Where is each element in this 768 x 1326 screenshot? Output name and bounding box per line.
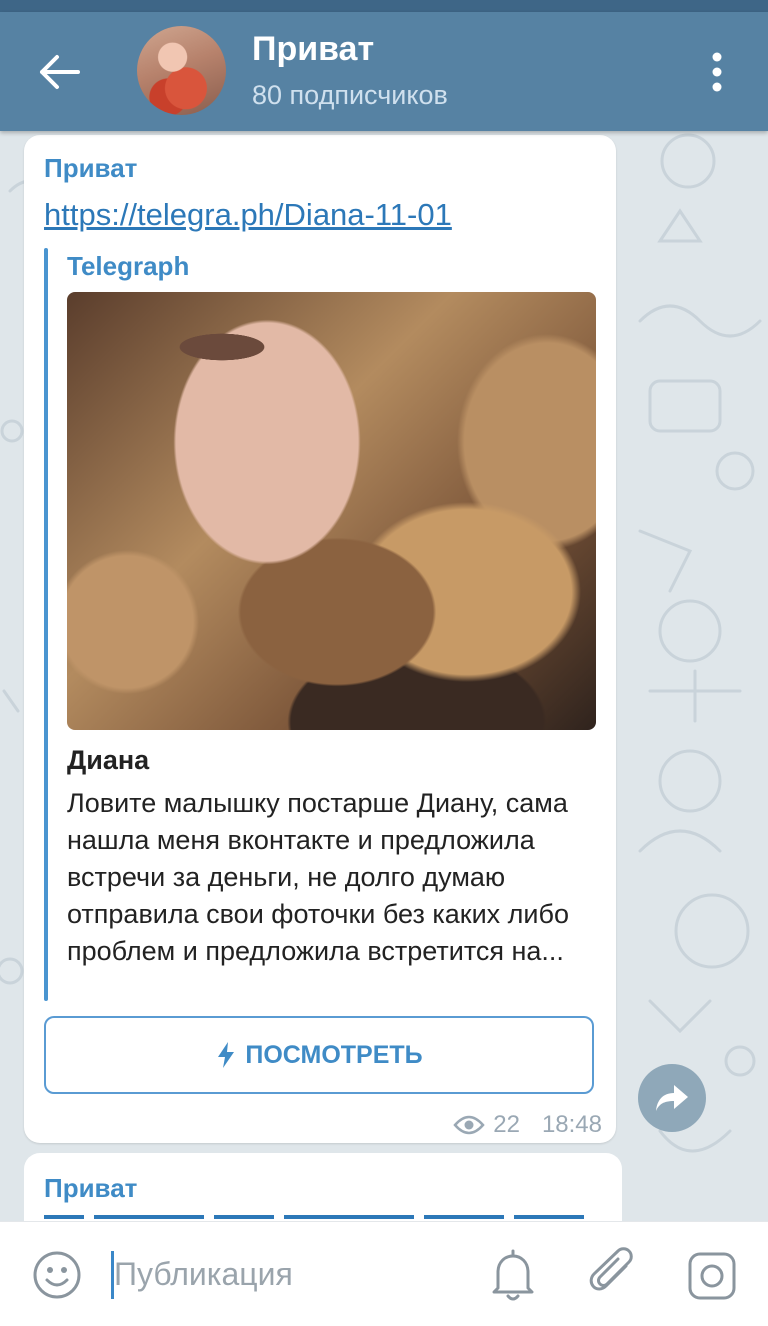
- chat-title[interactable]: Приват: [252, 30, 374, 69]
- instant-view-button[interactable]: ПОСМОТРЕТЬ: [44, 1016, 594, 1094]
- smiley-icon: [33, 1251, 81, 1299]
- message-composer: Публикация: [0, 1221, 768, 1326]
- channel-avatar[interactable]: [137, 26, 226, 115]
- message-time: 18:48: [541, 1111, 602, 1138]
- menu-button[interactable]: [700, 50, 734, 94]
- lightning-icon: [218, 1042, 235, 1068]
- camera-icon: [688, 1252, 736, 1300]
- bell-icon: [492, 1249, 534, 1301]
- subscriber-count: 80 подписчиков: [252, 80, 448, 110]
- eye-icon: [453, 1115, 485, 1135]
- link-preview-site: Telegraph: [67, 251, 190, 281]
- camera-button[interactable]: [686, 1250, 738, 1302]
- view-count: 22: [493, 1111, 520, 1138]
- share-button[interactable]: [638, 1064, 706, 1132]
- notification-button[interactable]: [488, 1248, 538, 1302]
- link-preview-accent-bar: [44, 248, 48, 1001]
- message-link[interactable]: https://telegra.ph/Diana-11-01: [44, 197, 452, 233]
- back-button[interactable]: [26, 48, 90, 96]
- instant-view-label: ПОСМОТРЕТЬ: [245, 1040, 423, 1069]
- emoji-button[interactable]: [32, 1250, 82, 1300]
- link-preview-title: Диана: [67, 745, 150, 775]
- status-bar: [0, 0, 768, 12]
- more-vertical-icon: [712, 52, 722, 92]
- message-bubble[interactable]: Приват https://telegra.ph/Diana-11-01 Te…: [24, 135, 616, 1143]
- link-preview-description: Ловите малышку постарше Диану, сама нашл…: [67, 788, 569, 966]
- message-input[interactable]: Публикация: [114, 1248, 464, 1300]
- message-meta: 22 18:48: [453, 1111, 602, 1139]
- share-arrow-icon: [656, 1085, 688, 1111]
- message-bubble[interactable]: Приват: [24, 1153, 622, 1221]
- chat-area[interactable]: Приват https://telegra.ph/Diana-11-01 Te…: [0, 131, 768, 1221]
- message-sender: Приват: [44, 1173, 138, 1203]
- arrow-left-icon: [40, 55, 80, 89]
- app-bar: Приват 80 подписчиков: [0, 12, 768, 131]
- link-preview-image[interactable]: [67, 292, 596, 730]
- paperclip-icon: [589, 1247, 633, 1291]
- message-sender: Приват: [44, 153, 138, 183]
- attach-button[interactable]: [588, 1246, 640, 1302]
